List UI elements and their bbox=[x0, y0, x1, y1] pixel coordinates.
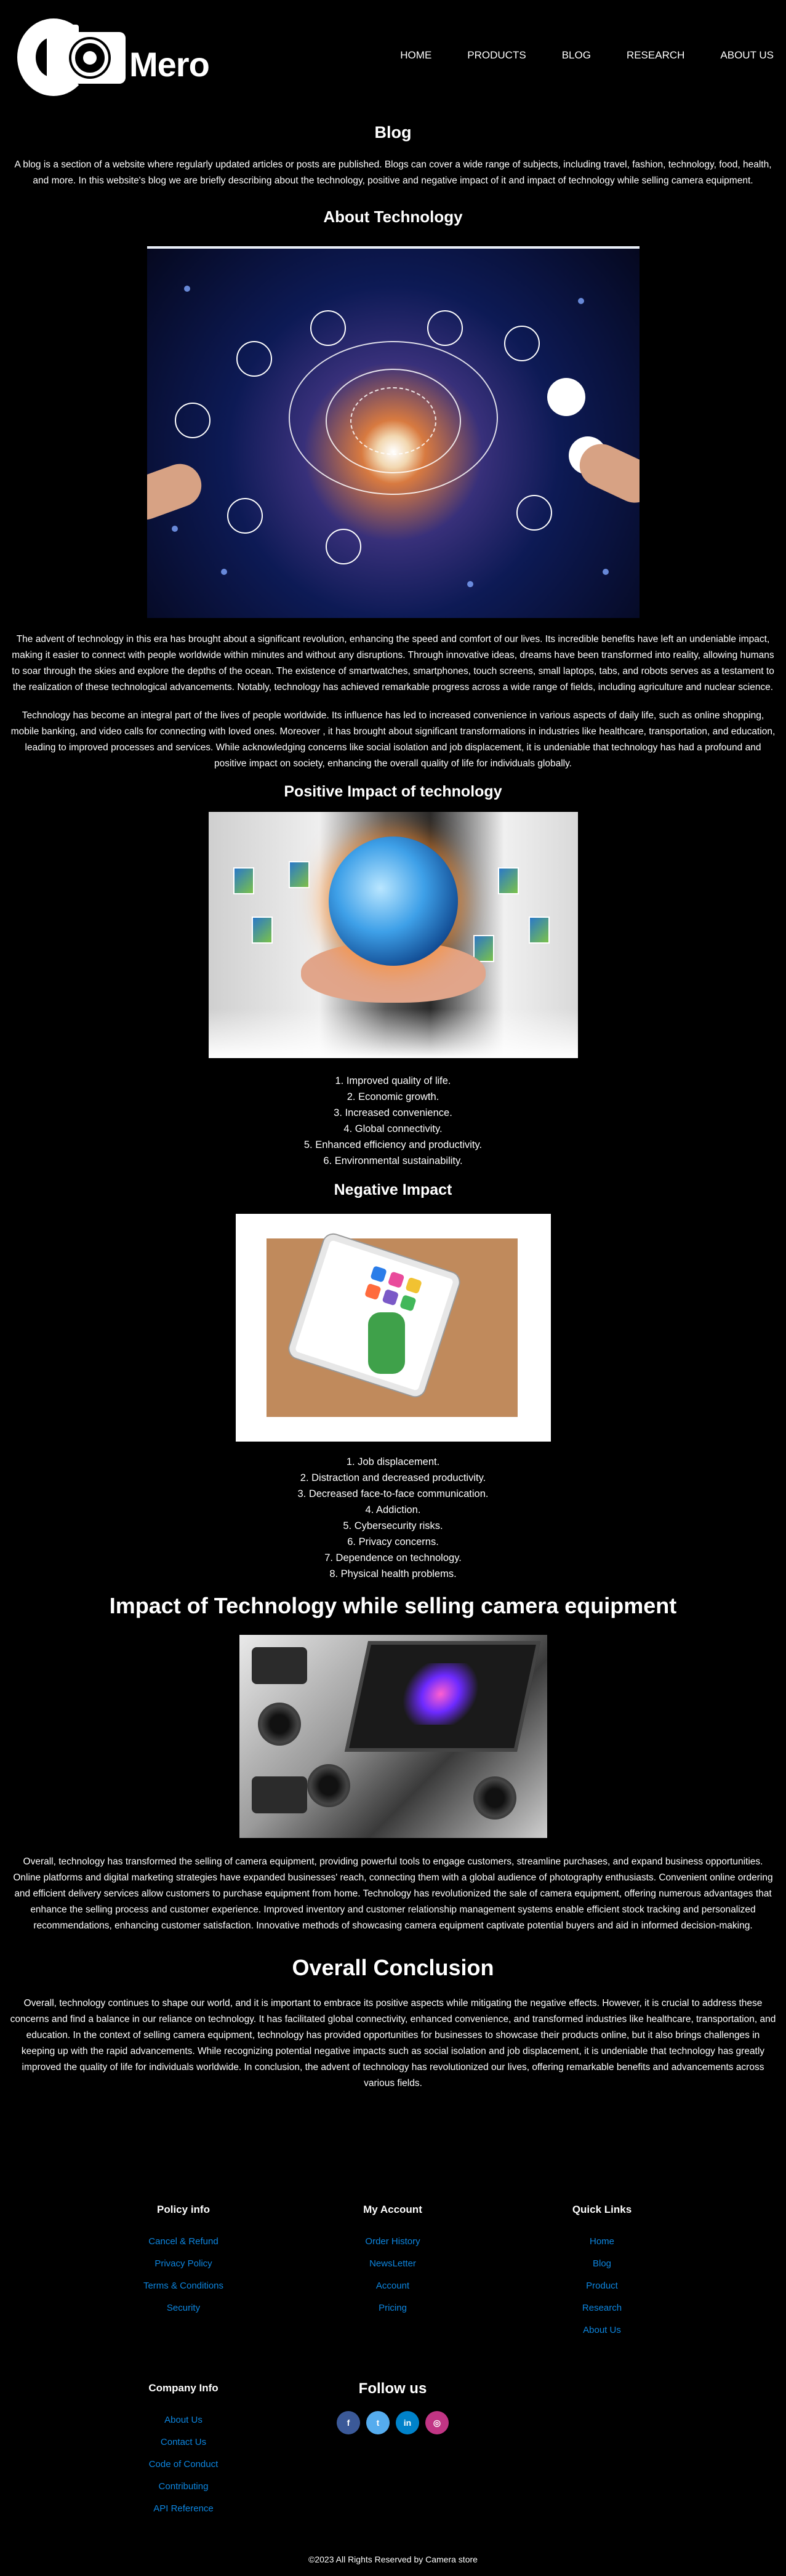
copyright-text: ©2023 All Rights Reserved by Camera stor… bbox=[308, 2554, 478, 2564]
list-item: 5. Cybersecurity risks. bbox=[343, 1520, 443, 1531]
footer-link[interactable]: Contributing bbox=[91, 2476, 276, 2498]
about-paragraph-2: Technology has become an integral part o… bbox=[10, 710, 776, 769]
list-item: 6. Privacy concerns. bbox=[347, 1536, 439, 1547]
list-item: 3. Increased convenience. bbox=[334, 1107, 452, 1118]
social-icons: f t in ◎ bbox=[300, 2411, 485, 2434]
footer-link[interactable]: Cancel & Refund bbox=[91, 2231, 276, 2253]
conclusion-heading: Overall Conclusion bbox=[292, 1955, 494, 1980]
footer-link[interactable]: Blog bbox=[510, 2253, 694, 2275]
footer-link[interactable]: About Us bbox=[510, 2319, 694, 2341]
blog-section: Blog A blog is a section of a website wh… bbox=[0, 123, 786, 2092]
footer-quick-links: Quick Links Home Blog Product Research A… bbox=[510, 2204, 694, 2341]
footer-link[interactable]: Research bbox=[510, 2297, 694, 2319]
footer-link[interactable]: Privacy Policy bbox=[91, 2253, 276, 2275]
negative-impact-list: 1. Job displacement. 2. Distraction and … bbox=[0, 1454, 786, 1582]
page-title: Blog bbox=[374, 123, 412, 142]
nav-research[interactable]: RESEARCH bbox=[627, 49, 684, 62]
follow-title: Follow us bbox=[358, 2380, 427, 2397]
camera-equipment-image bbox=[239, 1635, 547, 1838]
list-item: 5. Enhanced efficiency and productivity. bbox=[303, 1139, 483, 1150]
list-item: 2. Economic growth. bbox=[347, 1091, 439, 1102]
footer-link[interactable]: Pricing bbox=[300, 2297, 485, 2319]
footer-company: Company Info About Us Contact Us Code of… bbox=[91, 2382, 276, 2520]
selling-heading: Impact of Technology while selling camer… bbox=[109, 1593, 677, 1618]
instagram-icon[interactable]: ◎ bbox=[425, 2411, 449, 2434]
camera-icon bbox=[47, 25, 126, 84]
nav-products[interactable]: PRODUCTS bbox=[467, 49, 526, 62]
list-item: 8. Physical health problems. bbox=[329, 1568, 457, 1579]
main-nav: HOME PRODUCTS BLOG RESEARCH ABOUT US bbox=[364, 49, 774, 62]
conclusion-paragraph: Overall, technology continues to shape o… bbox=[10, 1998, 776, 2088]
footer-link[interactable]: Account bbox=[300, 2275, 485, 2297]
footer-link[interactable]: Security bbox=[91, 2297, 276, 2319]
nav-home[interactable]: HOME bbox=[400, 49, 431, 62]
twitter-icon[interactable]: t bbox=[366, 2411, 390, 2434]
site-header: Mero HOME PRODUCTS BLOG RESEARCH ABOUT U… bbox=[0, 0, 786, 117]
footer-link[interactable]: Home bbox=[510, 2231, 694, 2253]
list-item: 6. Environmental sustainability. bbox=[323, 1155, 463, 1166]
footer-link[interactable]: NewsLetter bbox=[300, 2253, 485, 2275]
positive-heading: Positive Impact of technology bbox=[284, 783, 502, 800]
brand-name: Mero bbox=[129, 45, 210, 84]
nav-blog[interactable]: BLOG bbox=[562, 49, 591, 62]
footer-policy: Policy info Cancel & Refund Privacy Poli… bbox=[91, 2204, 276, 2319]
footer-link[interactable]: API Reference bbox=[91, 2498, 276, 2520]
footer-account-title: My Account bbox=[363, 2204, 422, 2215]
footer-policy-title: Policy info bbox=[157, 2204, 210, 2215]
negative-impact-image bbox=[235, 1214, 551, 1442]
footer-link[interactable]: About Us bbox=[91, 2409, 276, 2431]
footer-follow: Follow us f t in ◎ bbox=[300, 2380, 485, 2434]
footer-company-title: Company Info bbox=[148, 2382, 219, 2394]
about-heading: About Technology bbox=[323, 207, 463, 226]
footer-link[interactable]: Order History bbox=[300, 2231, 485, 2253]
positive-impact-image bbox=[208, 812, 578, 1058]
nav-about-us[interactable]: ABOUT US bbox=[720, 49, 774, 62]
facebook-icon[interactable]: f bbox=[337, 2411, 360, 2434]
positive-impact-list: 1. Improved quality of life. 2. Economic… bbox=[0, 1073, 786, 1169]
footer-account: My Account Order History NewsLetter Acco… bbox=[300, 2204, 485, 2319]
footer-quick-title: Quick Links bbox=[572, 2204, 632, 2215]
list-item: 7. Dependence on technology. bbox=[324, 1552, 462, 1563]
footer-link[interactable]: Product bbox=[510, 2275, 694, 2297]
brand-logo[interactable]: Mero bbox=[17, 17, 210, 97]
list-item: 2. Distraction and decreased productivit… bbox=[300, 1472, 486, 1483]
selling-paragraph: Overall, technology has transformed the … bbox=[13, 1856, 773, 1931]
footer-link[interactable]: Terms & Conditions bbox=[91, 2275, 276, 2297]
about-paragraph-1: The advent of technology in this era has… bbox=[12, 634, 774, 692]
technology-image bbox=[146, 246, 640, 618]
footer-link[interactable]: Contact Us bbox=[91, 2431, 276, 2454]
list-item: 4. Addiction. bbox=[365, 1504, 421, 1515]
negative-heading: Negative Impact bbox=[334, 1181, 452, 1198]
footer-link[interactable]: Code of Conduct bbox=[91, 2454, 276, 2476]
list-item: 4. Global connectivity. bbox=[343, 1123, 443, 1134]
blog-intro: A blog is a section of a website where r… bbox=[14, 159, 772, 186]
list-item: 1. Improved quality of life. bbox=[335, 1075, 451, 1086]
linkedin-icon[interactable]: in bbox=[396, 2411, 419, 2434]
list-item: 1. Job displacement. bbox=[346, 1456, 440, 1467]
list-item: 3. Decreased face-to-face communication. bbox=[297, 1488, 489, 1499]
